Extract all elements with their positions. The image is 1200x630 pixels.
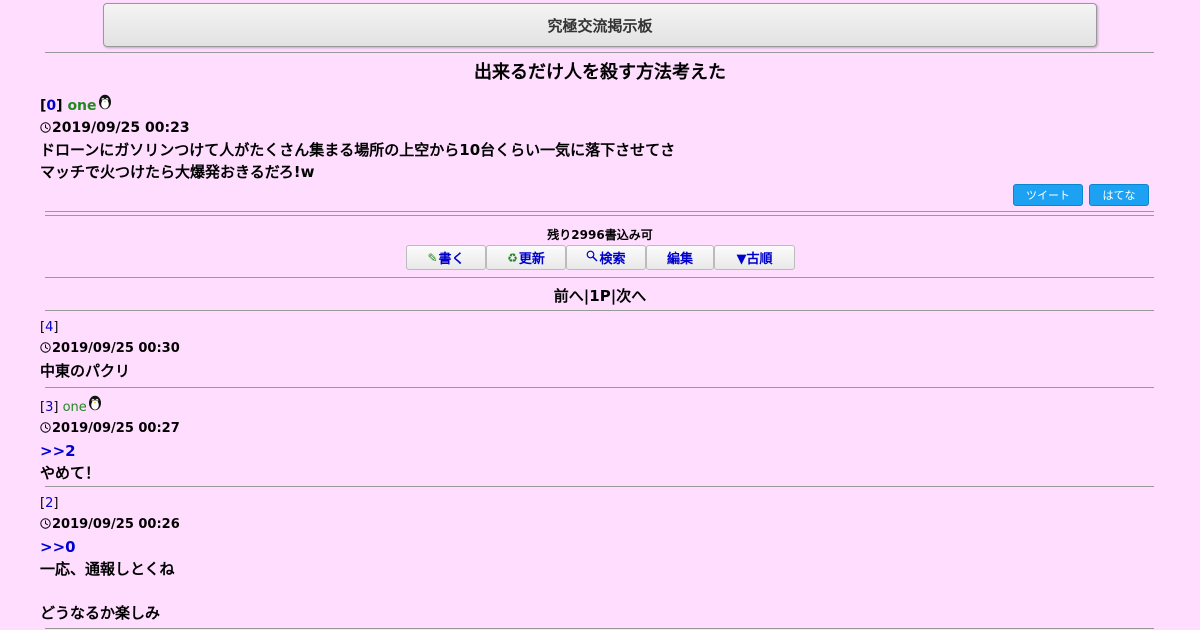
board-title-banner[interactable]: 究極交流掲示板 [103,3,1097,47]
clock-icon [40,118,51,133]
reply-anchor-link[interactable]: >>0 [40,536,180,558]
post-body-line: マッチで火つけたら大爆発おきるだろ!w [40,163,315,181]
poster-name: one [67,98,97,114]
remaining-posts: 残り2996書込み可 [547,228,653,242]
post-header: [3] one [40,395,180,418]
divider [45,211,1154,216]
refresh-icon: ♻ [507,250,518,265]
op-post: [0] one 2019/09/25 00:23 ドローンにガソリンつけて人がた… [40,94,675,183]
clock-icon [40,515,51,529]
search-icon [586,250,599,265]
write-button[interactable]: ✎ 書く [406,245,486,270]
post-header: [2] [40,496,59,511]
current-page[interactable]: 1P [589,287,610,305]
edit-button[interactable]: 編集 [646,245,714,270]
pencil-icon: ✎ [427,250,438,265]
reply-post: [2] 2019/09/25 00:26 >>0 一応、通報しとくね どうなるか… [40,494,180,624]
post-body-line: どうなるか楽しみ [40,604,161,622]
post-date: 2019/09/25 00:27 [40,418,180,440]
post-date: 2019/09/25 00:30 [40,338,180,360]
post-number-link[interactable]: 0 [46,98,56,114]
divider [45,387,1154,388]
post-header: [4] [40,320,59,335]
divider [45,628,1154,629]
divider [45,486,1154,487]
post-date: 2019/09/25 00:23 [40,117,675,139]
thread-title: 出来るだけ人を殺す方法考えた [474,62,726,83]
post-header: [0] one [40,94,675,117]
search-button[interactable]: 検索 [566,245,646,270]
hatena-button[interactable]: はてな [1089,184,1149,206]
post-body-line: 一応、通報しとくね [40,560,175,578]
sort-old-first-button[interactable]: ▼古順 [714,245,795,270]
post-body-blank-line [40,580,180,602]
board-title: 究極交流掲示板 [547,16,653,35]
toolbar: ✎ 書く ♻ 更新 検索 編集 ▼古順 [406,245,795,270]
reply-anchor-link[interactable]: >>2 [40,440,180,462]
pager: 前へ|1P|次へ [0,285,1200,306]
penguin-icon [88,395,102,411]
post-body-line: やめて！ [40,464,101,482]
divider [45,310,1154,311]
prev-page-link[interactable]: 前へ [554,287,584,305]
clock-icon [40,419,51,433]
reply-post: [4] 2019/09/25 00:30 中東のパクリ [40,318,180,382]
clock-icon [40,339,51,353]
post-body-line: 中東のパクリ [40,362,131,380]
poster-name: one [62,400,87,415]
next-page-link[interactable]: 次へ [616,287,646,305]
divider [45,277,1154,278]
reply-post: [3] one 2019/09/25 00:27 >>2 やめて！ [40,395,180,484]
divider [45,52,1154,53]
tweet-button[interactable]: ツイート [1013,184,1083,206]
penguin-icon [98,94,112,110]
post-date: 2019/09/25 00:26 [40,514,180,536]
post-body-line: ドローンにガソリンつけて人がたくさん集まる場所の上空から10台くらい一気に落下さ… [40,141,676,159]
refresh-button[interactable]: ♻ 更新 [486,245,566,270]
